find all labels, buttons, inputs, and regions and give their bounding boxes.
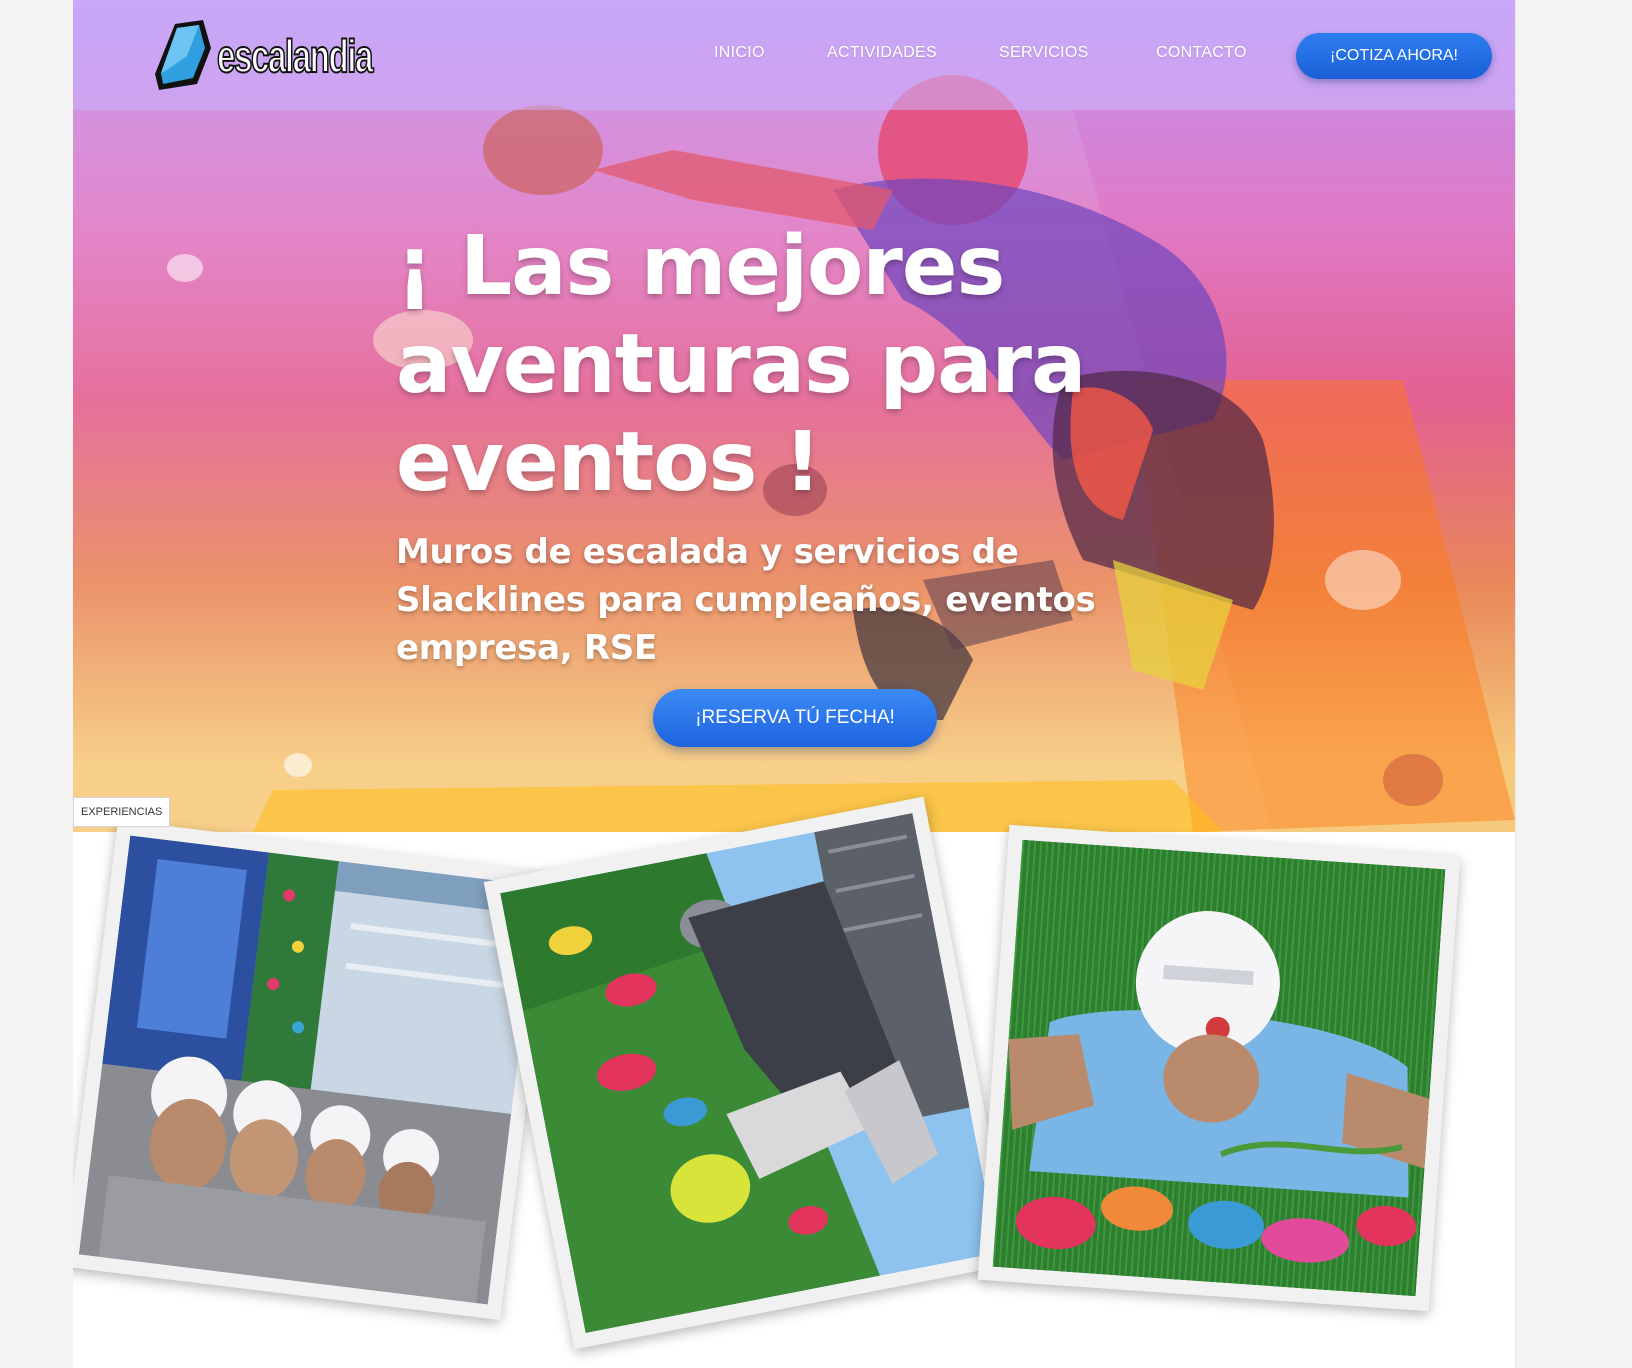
- quote-button[interactable]: ¡COTIZA AHORA!: [1296, 33, 1492, 79]
- photo-child-white-helmet: [992, 839, 1446, 1297]
- gallery-photo-group-kids[interactable]: [73, 819, 555, 1321]
- reserve-date-button[interactable]: ¡RESERVA TÚ FECHA!: [653, 689, 937, 747]
- nav-servicios[interactable]: SERVICIOS: [999, 44, 1089, 62]
- hero-section: escalandia INICIO ACTIVIDADES SERVICIOS …: [73, 0, 1515, 832]
- navbar: escalandia INICIO ACTIVIDADES SERVICIOS …: [73, 0, 1515, 110]
- logo[interactable]: escalandia: [153, 18, 374, 94]
- hero-headline: ¡ Las mejores aventuras para eventos !: [396, 219, 1086, 510]
- gallery-photo-child-helmet[interactable]: [977, 824, 1461, 1312]
- nav-actividades[interactable]: ACTIVIDADES: [827, 44, 937, 62]
- experiences-label: EXPERIENCIAS: [73, 797, 171, 827]
- page: escalandia INICIO ACTIVIDADES SERVICIOS …: [73, 0, 1516, 1368]
- gallery-photo-climber-below[interactable]: [483, 796, 1015, 1350]
- nav-contacto[interactable]: CONTACTO: [1156, 44, 1247, 62]
- photo-kids-helmets: [78, 835, 540, 1305]
- hero-subheadline: Muros de escalada y servicios de Slackli…: [396, 532, 1096, 668]
- nav-inicio[interactable]: INICIO: [714, 44, 765, 62]
- photo-climber-turf-wall: [500, 813, 998, 1333]
- logo-mark-icon: [155, 20, 211, 90]
- logo-text: escalandia: [216, 30, 374, 82]
